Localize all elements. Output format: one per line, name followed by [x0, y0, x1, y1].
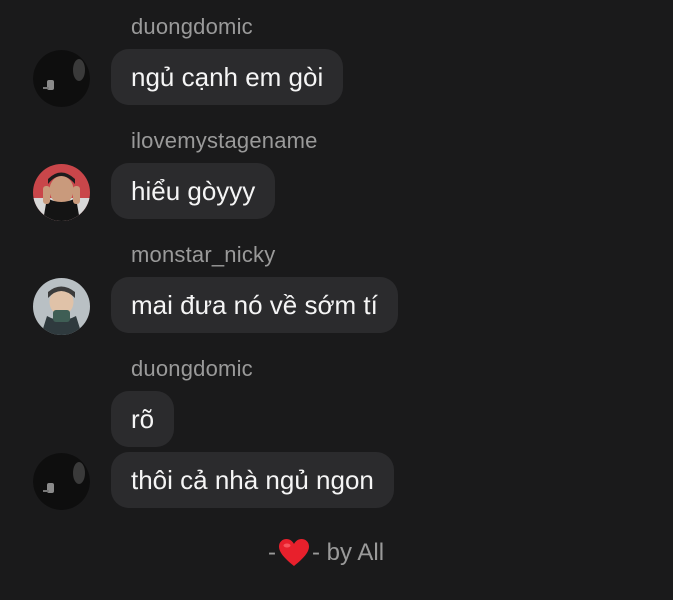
avatar-duongdomic[interactable]	[33, 453, 90, 510]
message-bubble[interactable]: hiểu gòyyy	[111, 163, 276, 219]
avatar-monstar-nicky[interactable]	[33, 278, 90, 335]
sender-name: ilovemystagename	[131, 128, 318, 153]
avatar-image	[33, 50, 90, 107]
message-text: thôi cả nhà ngủ ngon	[131, 465, 374, 495]
message-bubble[interactable]: ngủ cạnh em gòi	[111, 49, 344, 105]
avatar-image	[33, 278, 90, 335]
avatar-image	[33, 453, 90, 510]
avatar-duongdomic[interactable]	[33, 50, 90, 107]
message-bubble[interactable]: mai đưa nó về sớm tí	[111, 277, 398, 333]
message-bubble[interactable]: thôi cả nhà ngủ ngon	[111, 452, 394, 508]
sender-name: duongdomic	[131, 14, 253, 39]
message-text: ngủ cạnh em gòi	[131, 62, 324, 92]
message-bubble[interactable]: rõ	[111, 391, 175, 447]
footer-suffix: - by All	[312, 539, 385, 566]
avatar-image	[33, 164, 90, 221]
footer-prefix: -	[268, 539, 276, 566]
avatar-ilovemystagename[interactable]	[33, 164, 90, 221]
message-text: rõ	[131, 404, 155, 434]
heart-icon	[278, 538, 310, 568]
footer-signature: - - by All	[268, 533, 384, 573]
message-text: mai đưa nó về sớm tí	[131, 290, 378, 320]
sender-name: monstar_nicky	[131, 242, 276, 267]
message-text: hiểu gòyyy	[131, 176, 256, 206]
sender-name: duongdomic	[131, 356, 253, 381]
